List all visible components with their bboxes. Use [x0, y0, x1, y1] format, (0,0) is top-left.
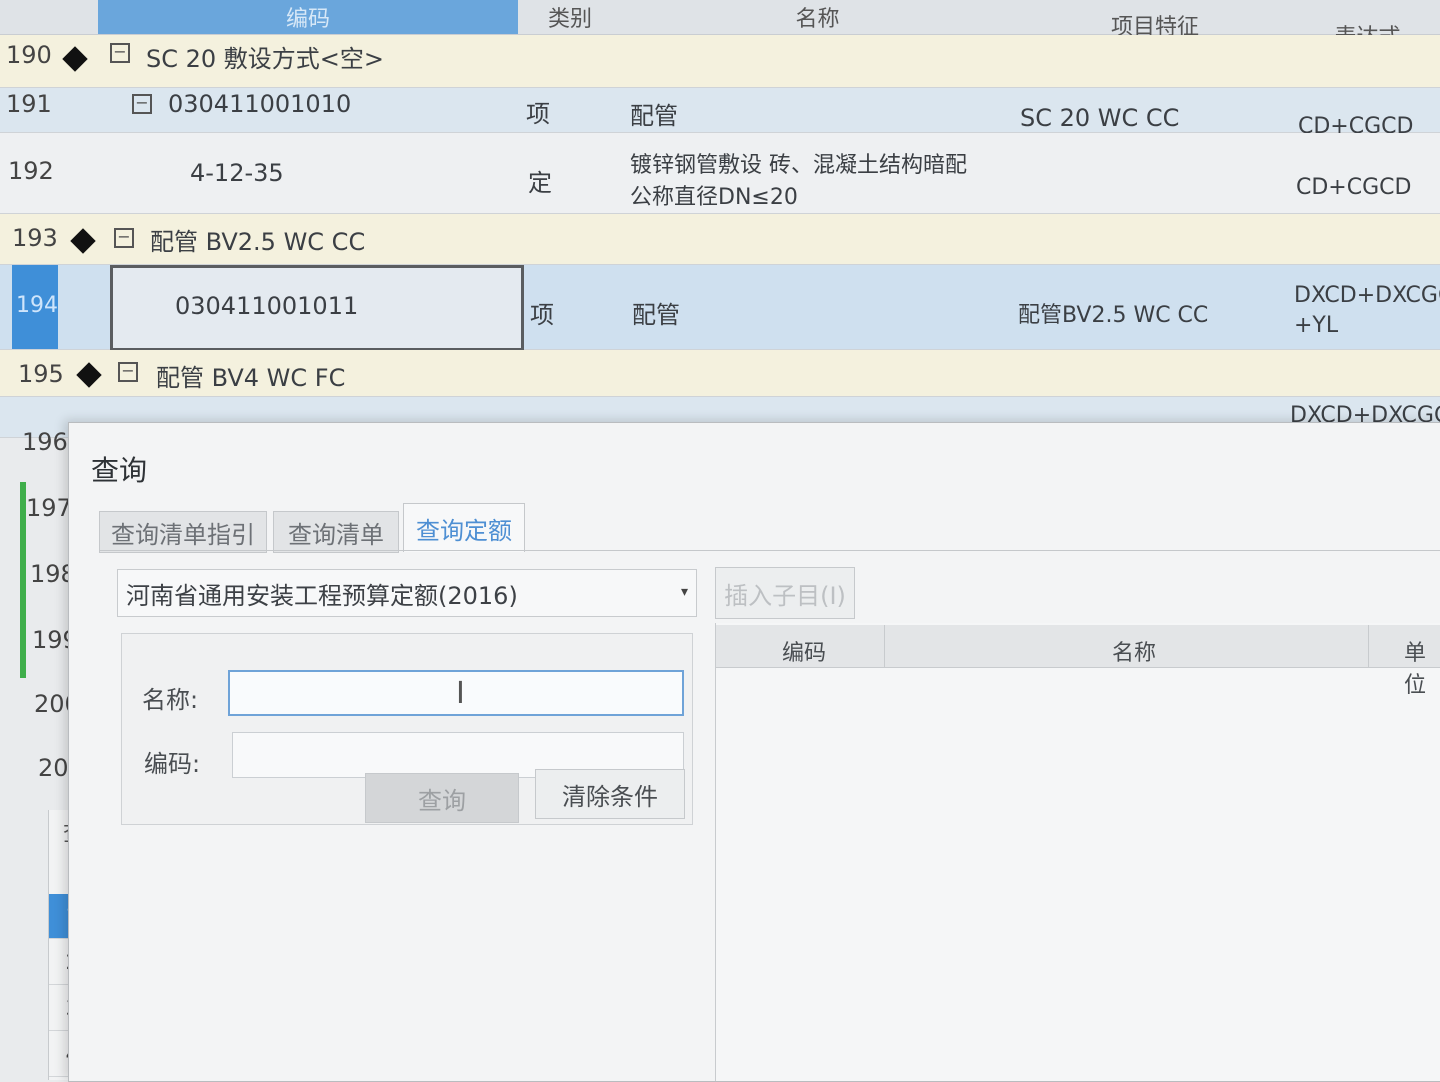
query-dialog: 查询 查询清单指引 查询清单 查询定额 河南省通用安装工程预算定额(2016) … [68, 422, 1440, 1082]
dialog-title: 查询 [91, 454, 148, 487]
tab-quota[interactable]: 查询定额 [403, 503, 525, 552]
row-number: 191 [6, 90, 52, 118]
row-code: SC 20 敷设方式<空> [146, 45, 385, 73]
tab-divider [99, 550, 1440, 551]
diamond-icon [76, 362, 102, 388]
collapse-icon[interactable]: − [110, 43, 130, 63]
table-row[interactable]: 193 − 配管 BV2.5 WC CC [0, 214, 1440, 265]
insert-subitem-button[interactable]: 插入子目(I) [715, 567, 855, 619]
text-cursor-icon: I [456, 676, 465, 711]
table-row[interactable]: 195 − 配管 BV4 WC FC [0, 350, 1440, 397]
header-name[interactable]: 名称 [620, 0, 1015, 34]
row-code: 4-12-35 [190, 159, 284, 187]
row-code: 030411001011 [175, 292, 359, 320]
query-button[interactable]: 查询 [365, 773, 519, 823]
row-number: 196 [22, 428, 68, 456]
row-number: 194 [16, 293, 58, 318]
result-table-header: 编码 名称 单位 [716, 625, 1440, 698]
row-number-selected: 194 [12, 265, 58, 349]
column-divider [1368, 625, 1369, 667]
table-row[interactable]: 191 − 030411001010 项 配管 SC 20 WC CC CD+C… [0, 88, 1440, 139]
row-name: 配管 [632, 301, 680, 329]
row-expression: CD+CGCD [1296, 175, 1412, 200]
row-number: 197 [26, 494, 72, 522]
quota-library-select[interactable]: 河南省通用安装工程预算定额(2016) ▾ [117, 569, 697, 617]
row-code: 配管 BV2.5 WC CC [150, 228, 366, 256]
row-type: 定 [528, 169, 552, 197]
selected-cell[interactable]: 030411001011 [110, 265, 524, 351]
result-col-unit[interactable]: 单位 [1404, 635, 1440, 699]
row-number: 192 [8, 157, 54, 185]
table-row[interactable]: 192 4-12-35 定 镀锌钢管敷设 砖、混凝土结构暗配 公称直径DN≤20… [0, 133, 1440, 214]
row-type: 项 [530, 301, 554, 329]
tab-bill[interactable]: 查询清单 [273, 511, 399, 553]
quota-library-value: 河南省通用安装工程预算定额(2016) [126, 581, 518, 610]
row-feature: 配管BV2.5 WC CC [1018, 303, 1209, 328]
row-name-line1: 镀锌钢管敷设 砖、混凝土结构暗配 [630, 153, 967, 178]
code-label: 编码: [144, 750, 201, 778]
row-number: 190 [6, 41, 52, 69]
diamond-icon [62, 46, 88, 72]
row-code: 030411001010 [168, 90, 352, 118]
name-label: 名称: [142, 686, 199, 714]
table-row[interactable]: 190 − SC 20 敷设方式<空> [0, 35, 1440, 88]
clear-conditions-button[interactable]: 清除条件 [535, 769, 685, 819]
row-name: 配管 [630, 102, 678, 130]
row-number: 195 [18, 360, 64, 388]
collapse-icon[interactable]: − [114, 228, 134, 248]
row-feature: SC 20 WC CC [1020, 104, 1180, 132]
result-col-code[interactable]: 编码 [782, 635, 826, 667]
collapse-icon[interactable]: − [118, 362, 138, 382]
row-expression-line1: DXCD+DXCGC [1294, 283, 1440, 308]
diamond-icon [70, 228, 96, 254]
header-type[interactable]: 类别 [520, 0, 620, 34]
row-name-line2: 公称直径DN≤20 [630, 185, 798, 210]
chevron-down-icon[interactable]: ▾ [681, 584, 688, 600]
row-expression-line2: +YL [1294, 313, 1339, 338]
row-type: 项 [526, 100, 550, 128]
row-code: 配管 BV4 WC FC [156, 364, 346, 392]
result-table: 编码 名称 单位 [715, 623, 1440, 1081]
tab-bill-guide[interactable]: 查询清单指引 [99, 511, 267, 553]
status-bar [20, 482, 26, 678]
row-number: 193 [12, 224, 58, 252]
grid-header: 编码 类别 名称 项目特征 表达式 [0, 0, 1440, 50]
column-divider [884, 625, 885, 667]
header-code[interactable]: 编码 [98, 0, 518, 34]
result-col-name[interactable]: 名称 [1112, 635, 1156, 667]
collapse-icon[interactable]: − [132, 94, 152, 114]
table-row-selected[interactable]: 194 030411001011 项 配管 配管BV2.5 WC CC DXCD… [0, 265, 1440, 351]
